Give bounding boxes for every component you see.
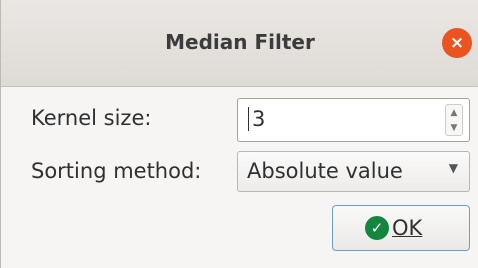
title-bar[interactable]: Median Filter × [1,0,478,87]
median-filter-dialog: Median Filter × Kernel size: 3 ▲ ▼ Sorti… [0,0,478,268]
kernel-size-label: Kernel size: [31,106,152,130]
close-button[interactable]: × [442,28,472,58]
sorting-method-value: Absolute value [247,159,403,183]
spin-buttons[interactable]: ▲ ▼ [445,104,463,136]
sorting-method-select[interactable]: Absolute value ▼ [237,151,470,192]
spin-down-icon[interactable]: ▼ [446,121,462,135]
ok-button[interactable]: ✓ OK [332,205,470,251]
kernel-size-spinbox[interactable]: 3 ▲ ▼ [237,98,470,142]
check-circle-icon: ✓ [365,216,389,240]
spin-up-icon[interactable]: ▲ [446,106,462,120]
dialog-title: Median Filter [165,30,315,54]
ok-button-label: OK [392,216,423,240]
chevron-down-icon: ▼ [448,161,458,175]
kernel-size-input[interactable]: 3 [248,107,265,131]
sorting-method-label: Sorting method: [31,159,202,183]
close-icon: × [449,33,465,53]
